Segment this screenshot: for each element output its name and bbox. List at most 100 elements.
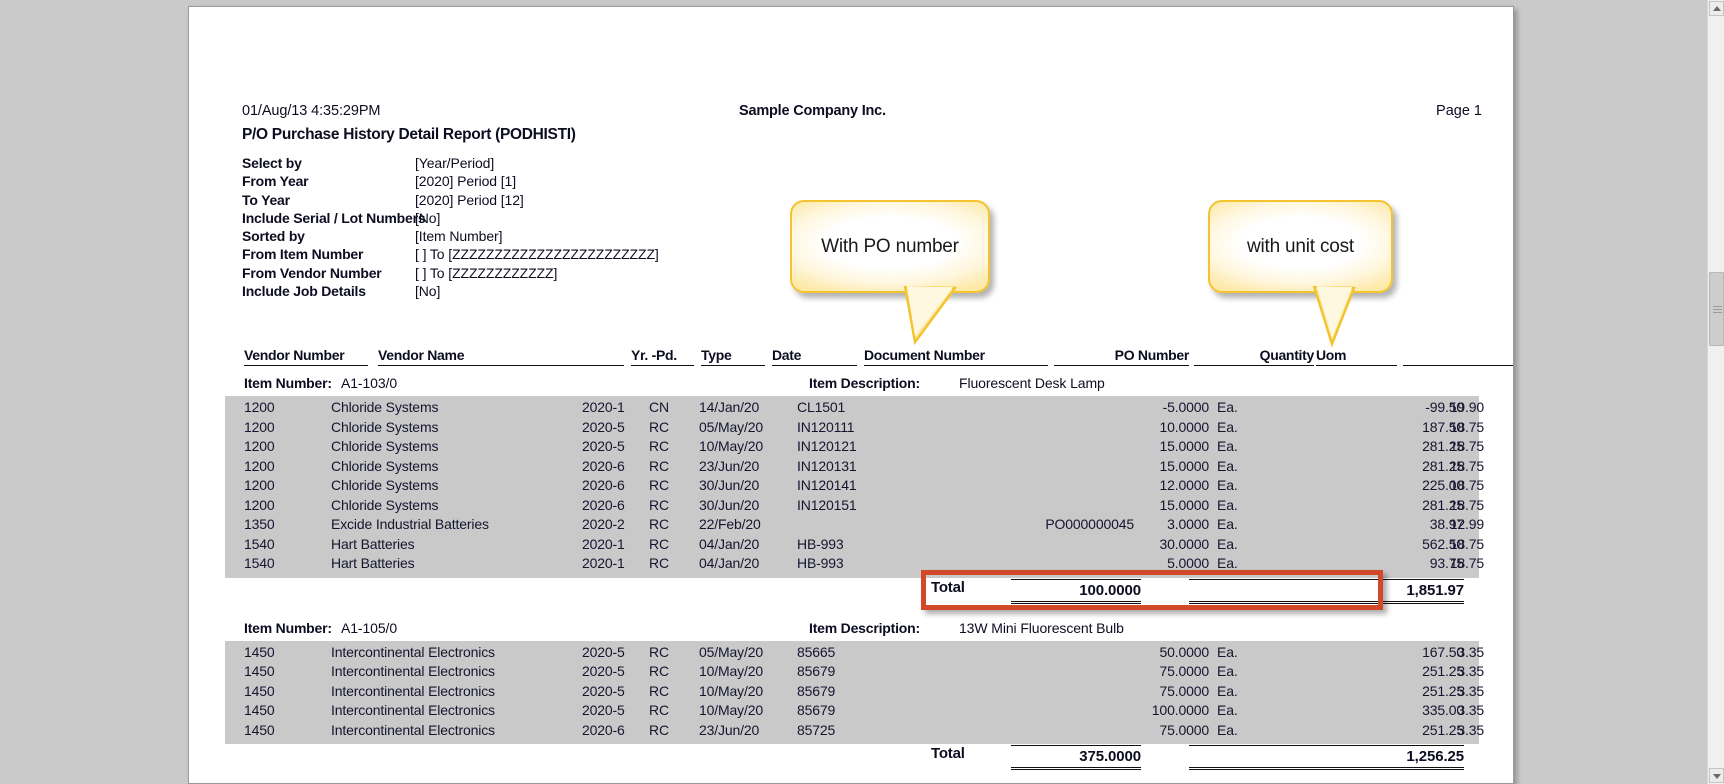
cell-date: 30/Jun/20: [699, 477, 760, 493]
cell-quantity: 15.0000: [1159, 457, 1209, 474]
cell-document-number: 85665: [797, 643, 836, 660]
criteria-value: [ ] To [ZZZZZZZZZZZZZZZZZZZZZZZZ]: [415, 246, 659, 263]
cell-unit-rate: 3.35: [1457, 702, 1484, 718]
table-row: 1200 Chloride Systems 2020-6 RC 30/Jun/20 IN1…: [189, 496, 1513, 517]
cell-yr-pd: 2020-5: [582, 418, 625, 435]
cell-yr-pd: 2020-6: [582, 496, 625, 513]
cell-vendor-number: 1350: [244, 516, 275, 532]
cell-date: 05/May/20: [699, 643, 764, 660]
cell-quantity: -5.0000: [1162, 399, 1210, 415]
cell-yr-pd: 2020-6: [582, 721, 625, 738]
total-cost: 1,256.25: [1189, 745, 1464, 770]
item-number-label: Item Number:: [244, 619, 332, 636]
cell-unit-rate: 3.35: [1457, 663, 1484, 679]
column-header-document-number: Document Number: [864, 347, 1048, 366]
cell-vendor-number: 1450: [244, 663, 275, 679]
criteria-row: From Item Number [ ] To [ZZZZZZZZZZZZZZZZ…: [242, 246, 862, 264]
cell-quantity: 12.0000: [1159, 477, 1209, 493]
item-description-value: 13W Mini Fluorescent Bulb: [959, 619, 1124, 636]
criteria-label: From Year: [242, 173, 309, 190]
cell-vendor-number: 1200: [244, 477, 275, 493]
total-label: Total: [931, 745, 965, 762]
cell-document-number: 85679: [797, 663, 836, 679]
cell-type: RC: [649, 555, 669, 571]
cell-vendor-number: 1200: [244, 418, 275, 435]
cell-document-number: IN120131: [797, 457, 857, 474]
cell-date: 04/Jan/20: [699, 555, 760, 571]
criteria-label: Include Job Details: [242, 283, 366, 300]
cell-document-number: 85725: [797, 721, 836, 738]
criteria-row: Include Serial / Lot Numbers [No]: [242, 210, 862, 228]
cell-document-number: 85679: [797, 682, 836, 699]
report-title: P/O Purchase History Detail Report (PODH…: [242, 126, 576, 143]
table-row: 1200 Chloride Systems 2020-5 RC 05/May/20 IN1…: [189, 418, 1513, 439]
cell-vendor-name: Chloride Systems: [331, 457, 439, 474]
cell-yr-pd: 2020-1: [582, 399, 625, 415]
table-row: 1450 Intercontinental Electronics 2020-6 RC…: [189, 721, 1513, 742]
scrollbar-thumb[interactable]: [1709, 272, 1724, 346]
cell-unit-rate: 18.75: [1449, 438, 1484, 454]
criteria-row: To Year [2020] Period [12]: [242, 192, 862, 210]
criteria-value: [ ] To [ZZZZZZZZZZZZ]: [415, 264, 558, 281]
cell-yr-pd: 2020-5: [582, 643, 625, 660]
cell-type: RC: [649, 535, 669, 552]
report-page: 01/Aug/13 4:35:29PM Sample Company Inc. …: [188, 6, 1514, 784]
cell-quantity: 50.0000: [1159, 643, 1209, 660]
cell-yr-pd: 2020-6: [582, 477, 625, 493]
viewer-left-gutter: [0, 0, 188, 784]
cell-vendor-number: 1450: [244, 721, 275, 738]
cell-vendor-name: Hart Batteries: [331, 555, 415, 571]
item-description-value: Fluorescent Desk Lamp: [959, 375, 1105, 391]
cell-yr-pd: 2020-5: [582, 438, 625, 454]
cell-quantity: 15.0000: [1159, 496, 1209, 513]
annotation-callout-unit-cost-text: with unit cost: [1246, 235, 1355, 257]
viewer-right-gutter: [1514, 0, 1724, 784]
cell-date: 22/Feb/20: [699, 516, 761, 532]
cell-unit-rate: 18.75: [1449, 477, 1484, 493]
cell-unit-rate: 18.75: [1449, 496, 1484, 513]
annotation-callout-unit-cost: with unit cost: [1208, 200, 1393, 348]
cell-vendor-number: 1450: [244, 702, 275, 718]
column-header-yr-pd: Yr. -Pd.: [631, 347, 694, 366]
cell-yr-pd: 2020-5: [582, 682, 625, 699]
cell-type: RC: [649, 477, 669, 493]
total-quantity: 100.0000: [1011, 578, 1141, 604]
annotation-callout-po-number: With PO number: [790, 200, 990, 346]
table-row: 1540 Hart Batteries 2020-1 RC 04/Jan/20 HB-99…: [189, 535, 1513, 556]
criteria-row: Select by [Year/Period]: [242, 155, 862, 173]
callout-tail-icon: [1312, 286, 1356, 348]
cell-type: RC: [649, 721, 669, 738]
cell-unit-rate: 18.75: [1449, 418, 1484, 435]
cell-document-number: IN120141: [797, 477, 857, 493]
cell-unit-rate: 3.35: [1457, 721, 1484, 738]
item-group-header: Item Number: A1-103/0 Item Description: Flu…: [189, 375, 1513, 396]
cell-yr-pd: 2020-1: [582, 535, 625, 552]
cell-type: RC: [649, 496, 669, 513]
item-group-total-row: Total 375.0000 1,256.25: [189, 744, 1513, 770]
table-row: 1200 Chloride Systems 2020-6 RC 30/Jun/20 IN1…: [189, 477, 1513, 497]
cell-date: 05/May/20: [699, 418, 764, 435]
cell-document-number: CL1501: [797, 399, 846, 415]
cell-vendor-name: Excide Industrial Batteries: [331, 516, 489, 532]
scroll-down-button[interactable]: [1709, 768, 1724, 783]
criteria-value: [No]: [415, 283, 441, 300]
cell-vendor-name: Chloride Systems: [331, 418, 439, 435]
vertical-scrollbar[interactable]: [1707, 0, 1724, 784]
cell-quantity: 5.0000: [1167, 555, 1209, 571]
table-row: 1200 Chloride Systems 2020-6 RC 23/Jun/20 IN1…: [189, 457, 1513, 478]
cell-yr-pd: 2020-1: [582, 555, 625, 571]
cell-vendor-name: Intercontinental Electronics: [331, 702, 495, 718]
scroll-up-button[interactable]: [1709, 1, 1724, 16]
cell-vendor-name: Chloride Systems: [331, 438, 439, 454]
criteria-label: Include Serial / Lot Numbers: [242, 209, 426, 226]
cell-document-number: IN120121: [797, 438, 857, 454]
cell-yr-pd: 2020-5: [582, 702, 625, 718]
cell-vendor-name: Intercontinental Electronics: [331, 643, 495, 660]
total-quantity: 375.0000: [1011, 745, 1141, 770]
criteria-value: [2020] Period [1]: [415, 173, 517, 190]
cell-vendor-number: 1450: [244, 643, 275, 660]
item-group-total-row: Total 100.0000 1,851.97: [189, 578, 1513, 604]
cell-date: 23/Jun/20: [699, 457, 760, 474]
table-row: 1450 Intercontinental Electronics 2020-5 RC…: [189, 643, 1513, 664]
report-header-line: 01/Aug/13 4:35:29PM Sample Company Inc. …: [242, 103, 1482, 121]
